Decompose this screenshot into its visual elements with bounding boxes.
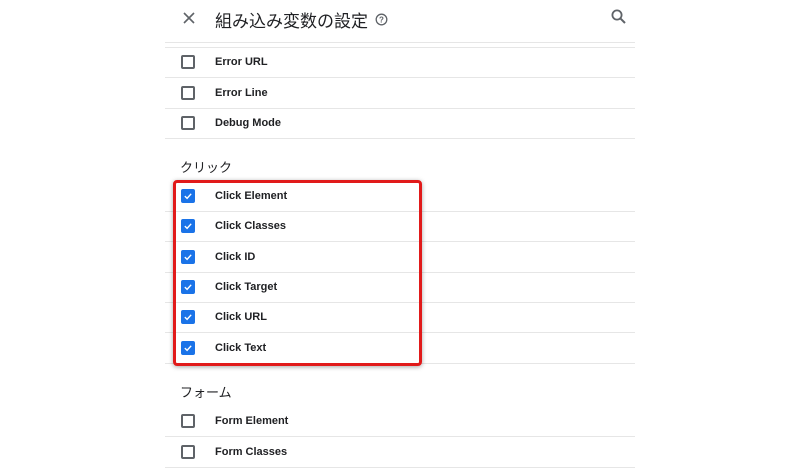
checkbox[interactable] — [181, 414, 195, 428]
checkbox-checked[interactable] — [181, 189, 195, 203]
checkmark-icon — [184, 193, 192, 200]
variable-label: Click Element — [215, 190, 288, 202]
variable-label: Form Classes — [215, 446, 288, 458]
checkbox-checked[interactable] — [181, 219, 195, 233]
checkmark-icon — [184, 223, 192, 230]
variable-label: Click URL — [215, 311, 267, 323]
list-item[interactable]: Debug Mode — [165, 108, 635, 139]
checkbox-checked[interactable] — [181, 310, 195, 324]
variable-label: Click Text — [215, 342, 267, 354]
variable-label: Click Target — [215, 281, 278, 293]
list-item[interactable]: Click Text — [165, 333, 635, 364]
list-item[interactable]: Form Element — [165, 406, 635, 437]
checkbox-checked[interactable] — [181, 250, 195, 264]
section-title-form: フォーム — [180, 386, 232, 401]
variable-label: Click ID — [215, 251, 256, 263]
checkbox-checked[interactable] — [181, 280, 195, 294]
list-item[interactable]: Click URL — [165, 302, 635, 333]
panel-header: 組み込み変数の設定 ? — [165, 0, 635, 43]
help-icon[interactable]: ? — [375, 13, 388, 26]
list-item[interactable]: Click Target — [165, 272, 635, 303]
list-item[interactable]: Click Classes — [165, 211, 635, 242]
checkbox[interactable] — [181, 445, 195, 459]
variable-label: Form Element — [215, 415, 289, 427]
page-title: 組み込み変数の設定 — [215, 12, 368, 32]
checkmark-icon — [184, 345, 192, 352]
variable-label: Click Classes — [215, 220, 286, 232]
checkmark-icon — [184, 284, 192, 291]
variable-label: Error URL — [215, 56, 268, 68]
checkbox[interactable] — [181, 116, 195, 130]
list-item[interactable]: Click Element — [165, 181, 635, 212]
list-item[interactable]: Click ID — [165, 242, 635, 273]
variable-label: Debug Mode — [215, 117, 281, 129]
close-icon[interactable] — [179, 8, 199, 28]
list-item[interactable]: Form Classes — [165, 437, 635, 468]
checkmark-icon — [184, 254, 192, 261]
svg-text:?: ? — [379, 15, 384, 24]
checkmark-icon — [184, 314, 192, 321]
checkbox[interactable] — [181, 55, 195, 69]
list-item[interactable]: Error URL — [165, 47, 635, 78]
variables-panel: 組み込み変数の設定 ? Error URL Error Line Debug M… — [165, 0, 635, 468]
variable-label: Error Line — [215, 87, 268, 99]
checkbox[interactable] — [181, 86, 195, 100]
list-item[interactable]: Error Line — [165, 78, 635, 109]
search-icon[interactable] — [609, 7, 629, 27]
checkbox-checked[interactable] — [181, 341, 195, 355]
section-title-click: クリック — [180, 161, 233, 176]
